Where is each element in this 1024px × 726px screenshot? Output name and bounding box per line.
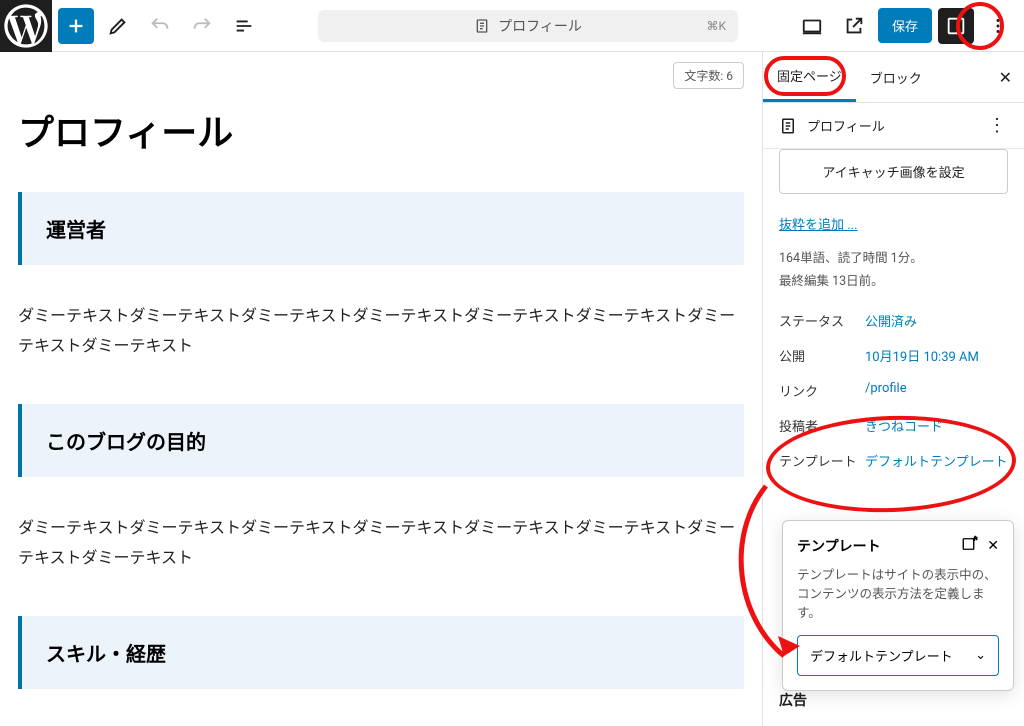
chevron-down-icon: ⌄ [975,648,986,663]
heading-block[interactable]: 運営者 [18,192,744,265]
page-actions-menu[interactable]: ⋮ [988,115,1008,136]
template-select-value: デフォルトテンプレート [810,646,953,665]
link-value[interactable]: /profile [865,381,1008,400]
edit-mode-button[interactable] [100,8,136,44]
page-icon [474,18,490,34]
redo-button[interactable] [184,8,220,44]
document-outline-button[interactable] [226,8,262,44]
row-author: 投稿者きつねコード [763,408,1024,443]
paragraph-block[interactable]: ダミーテキストダミーテキストダミーテキストダミーテキストダミーテキストダミーテキ… [18,513,744,572]
settings-sidebar-toggle[interactable] [938,8,974,44]
external-link-button[interactable] [836,8,872,44]
row-template: テンプレートデフォルトテンプレート [763,443,1024,478]
page-title[interactable]: プロフィール [18,104,744,156]
add-block-button[interactable] [58,8,94,44]
undo-button[interactable] [142,8,178,44]
document-title: プロフィール [498,16,582,36]
row-status: ステータス公開済み [763,303,1024,338]
tab-block[interactable]: ブロック [856,54,936,101]
tab-page[interactable]: 固定ページ [763,52,856,102]
close-sidebar-button[interactable]: ✕ [987,68,1024,87]
heading-block[interactable]: このブログの目的 [18,404,744,477]
set-featured-image-button[interactable]: アイキャッチ画像を設定 [779,149,1008,194]
popover-description: テンプレートはサイトの表示中の、コンテンツの表示方法を定義します。 [797,567,999,623]
template-popover: テンプレート ✕ テンプレートはサイトの表示中の、コンテンツの表示方法を定義しま… [782,520,1014,691]
view-button[interactable] [794,8,830,44]
sidebar-tabs: 固定ページ ブロック ✕ [763,52,1024,103]
more-options-button[interactable] [980,8,1016,44]
wordpress-logo[interactable] [0,0,52,52]
popover-title: テンプレート [797,536,953,556]
publish-value[interactable]: 10月19日 10:39 AM [865,346,1008,365]
template-value[interactable]: デフォルトテンプレート [865,451,1008,470]
row-link: リンク/profile [763,373,1024,408]
wordcount-badge: 文字数: 6 [673,62,744,89]
add-excerpt-link[interactable]: 抜粋を追加 ... [763,210,1024,247]
page-icon [779,117,797,135]
save-button[interactable]: 保存 [878,8,932,43]
meta-last-edit: 最終編集 13日前。 [763,270,1024,303]
page-summary-row: プロフィール ⋮ [763,103,1024,149]
editor-canvas[interactable]: 文字数: 6 プロフィール 運営者 ダミーテキストダミーテキストダミーテキストダ… [0,52,762,726]
document-title-pill[interactable]: プロフィール ⌘K [318,10,738,42]
page-name: プロフィール [807,116,885,135]
row-publish: 公開10月19日 10:39 AM [763,338,1024,373]
editor-topbar: プロフィール ⌘K 保存 [0,0,1024,52]
new-template-icon[interactable] [961,535,979,557]
paragraph-block[interactable]: ダミーテキストダミーテキストダミーテキストダミーテキストダミーテキストダミーテキ… [18,301,744,360]
status-value[interactable]: 公開済み [865,311,1008,330]
popover-close-button[interactable]: ✕ [987,538,999,554]
topbar-center: プロフィール ⌘K [268,10,788,42]
keyboard-shortcut: ⌘K [706,19,726,33]
template-select[interactable]: デフォルトテンプレート ⌄ [797,635,999,676]
meta-wordcount: 164単語、読了時間 1分。 [763,247,1024,270]
heading-block[interactable]: スキル・経歴 [18,616,744,689]
author-value[interactable]: きつねコード [865,416,1008,435]
